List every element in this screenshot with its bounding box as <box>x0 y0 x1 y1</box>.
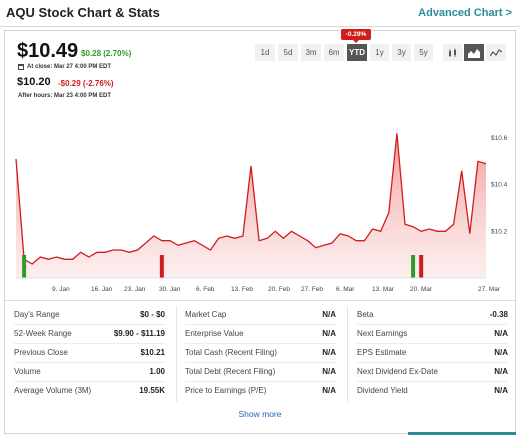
stats-column-3: Beta -0.38 Next Earnings N/A EPS Estimate N/A… <box>357 306 508 401</box>
stat-row: Enterprise Value N/A <box>185 325 336 344</box>
show-more-link[interactable]: Show more <box>0 409 520 419</box>
y-tick-label: $10.2 <box>491 228 508 235</box>
x-tick-label: 20. Mar <box>410 286 433 293</box>
stat-value: N/A <box>322 310 336 319</box>
stat-label: Next Earnings <box>357 329 408 338</box>
stat-label: Dividend Yield <box>357 386 408 395</box>
stat-value: -0.38 <box>489 310 508 319</box>
volume-bar <box>159 255 164 278</box>
x-tick-label: 6. Feb <box>196 286 215 293</box>
stat-row: Next Earnings N/A <box>357 325 508 344</box>
bottom-accent-bar <box>408 432 516 435</box>
stat-label: Enterprise Value <box>185 329 244 338</box>
x-tick-label: 30. Jan <box>159 286 181 293</box>
x-tick-label: 13. Feb <box>231 286 253 293</box>
stat-row: Beta -0.38 <box>357 306 508 325</box>
stat-label: Average Volume (3M) <box>14 386 92 395</box>
column-divider <box>347 306 348 402</box>
stats-divider <box>5 300 515 301</box>
x-tick-label: 23. Jan <box>124 286 146 293</box>
stats-column-1: Day's Range $0 - $0 52-Week Range $9.90 - $… <box>14 306 165 401</box>
stat-label: Next Dividend Ex-Date <box>357 367 438 376</box>
stat-value: N/A <box>322 367 336 376</box>
stats-column-2: Market Cap N/A Enterprise Value N/A Total Ca… <box>185 306 336 401</box>
stat-row: Volume 1.00 <box>14 363 165 382</box>
x-tick-label: 20. Feb <box>268 286 290 293</box>
stat-row: Total Cash (Recent Filing) N/A <box>185 344 336 363</box>
y-tick-label: $10.4 <box>491 182 508 189</box>
stat-row: Previous Close $10.21 <box>14 344 165 363</box>
stat-label: Market Cap <box>185 310 227 319</box>
stat-row: Average Volume (3M) 19.55K <box>14 382 165 401</box>
stat-row: Price to Earnings (P/E) N/A <box>185 382 336 401</box>
stat-row: 52-Week Range $9.90 - $11.19 <box>14 325 165 344</box>
price-chart[interactable]: $10.2 $10.4 $10.6 9. Jan 16. Jan 23. Jan 30. J… <box>0 0 520 300</box>
stat-row: Market Cap N/A <box>185 306 336 325</box>
volume-bar <box>22 255 27 278</box>
stat-value: N/A <box>494 348 508 357</box>
stat-value: N/A <box>494 386 508 395</box>
stat-label: Day's Range <box>14 310 60 319</box>
stat-row: Day's Range $0 - $0 <box>14 306 165 325</box>
x-tick-label: 13. Mar <box>372 286 395 293</box>
volume-bar <box>419 255 424 278</box>
stat-label: Price to Earnings (P/E) <box>185 386 267 395</box>
stat-value: 1.00 <box>149 367 165 376</box>
volume-bar <box>411 255 416 278</box>
column-divider <box>176 306 177 402</box>
stat-value: $9.90 - $11.19 <box>113 329 165 338</box>
x-tick-label: 27. Mar <box>478 286 501 293</box>
stat-value: $0 - $0 <box>140 310 165 319</box>
stat-value: N/A <box>322 348 336 357</box>
stat-value: N/A <box>322 386 336 395</box>
y-tick-label: $10.6 <box>491 135 508 142</box>
stat-label: 52-Week Range <box>14 329 72 338</box>
stat-label: Previous Close <box>14 348 68 357</box>
stat-row: EPS Estimate N/A <box>357 344 508 363</box>
stat-value: $10.21 <box>140 348 165 357</box>
x-tick-label: 16. Jan <box>91 286 113 293</box>
stat-label: Volume <box>14 367 41 376</box>
x-tick-label: 6. Mar <box>336 286 355 293</box>
stat-value: N/A <box>322 329 336 338</box>
stat-value: N/A <box>494 367 508 376</box>
stat-label: Total Cash (Recent Filing) <box>185 348 278 357</box>
stat-value: 19.55K <box>139 386 165 395</box>
x-tick-label: 9. Jan <box>52 286 70 293</box>
stat-label: Beta <box>357 310 374 319</box>
stat-row: Dividend Yield N/A <box>357 382 508 401</box>
stat-label: EPS Estimate <box>357 348 407 357</box>
x-tick-label: 27. Feb <box>301 286 323 293</box>
stat-value: N/A <box>494 329 508 338</box>
stat-row: Next Dividend Ex-Date N/A <box>357 363 508 382</box>
stat-row: Total Debt (Recent Filing) N/A <box>185 363 336 382</box>
stat-label: Total Debt (Recent Filing) <box>185 367 276 376</box>
